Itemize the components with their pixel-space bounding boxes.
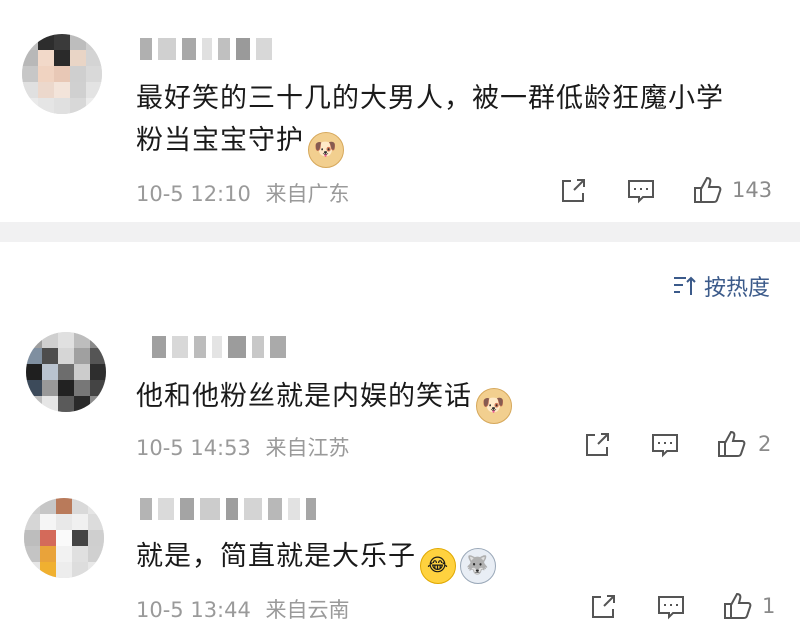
comment-date: 10-5 13:44 [136,598,251,622]
doge-emoji: 🐶 [476,388,512,424]
comment-text-line: 就是，简直就是大乐子 😂 🐺 [136,536,496,584]
username-blurred[interactable] [140,36,272,62]
like-count: 1 [762,594,776,618]
thumbs-up-icon[interactable] [722,591,752,621]
comment-text-line: 他和他粉丝就是内娱的笑话 🐶 [136,376,512,424]
comment-item: 就是，简直就是大乐子 😂 🐺 10-5 13:44 来自云南 1 [0,484,800,639]
sort-icon [673,276,696,295]
avatar[interactable] [24,498,104,578]
username-blurred[interactable] [152,334,286,360]
username-blurred[interactable] [140,496,316,522]
comment-date: 10-5 12:10 [136,182,251,206]
comment-date: 10-5 14:53 [136,436,251,460]
thumbs-up-icon[interactable] [692,175,722,205]
comment-meta: 10-5 14:53 来自江苏 [136,432,350,462]
husky-emoji: 🐺 [460,548,496,584]
comment-item: 最好笑的三十几的大男人，被一群低龄狂魔小学 粉当宝宝守护 🐶 10-5 12:10… [0,0,800,222]
comment-meta: 10-5 12:10 来自广东 [136,178,350,208]
comment-text-line: 粉当宝宝守护 🐶 [136,120,724,168]
comment-text: 他和他粉丝就是内娱的笑话 🐶 [136,376,512,424]
comment-location: 来自云南 [265,598,350,622]
comment-item: 他和他粉丝就是内娱的笑话 🐶 10-5 14:53 来自江苏 2 [0,320,800,470]
comment-meta: 10-5 13:44 来自云南 [136,594,350,624]
comment-location: 来自江苏 [265,436,350,460]
avatar[interactable] [26,332,106,412]
comment-location: 来自广东 [265,182,350,206]
doge-emoji: 🐶 [308,132,344,168]
thumbs-up-icon[interactable] [716,429,746,459]
comment-text-line: 最好笑的三十几的大男人，被一群低龄狂魔小学 [136,83,724,114]
share-icon[interactable] [588,592,618,622]
comment-text: 最好笑的三十几的大男人，被一群低龄狂魔小学 粉当宝宝守护 🐶 [136,78,724,168]
comment-icon[interactable] [650,430,680,460]
laugh-cry-emoji: 😂 [420,548,456,584]
like-count: 143 [732,178,773,202]
sort-label: 按热度 [703,276,770,301]
like-count: 2 [758,432,772,456]
avatar[interactable] [22,34,102,114]
share-icon[interactable] [558,176,588,206]
sort-button[interactable]: 按热度 [672,270,770,302]
share-icon[interactable] [582,430,612,460]
section-divider [0,222,800,242]
comment-text: 就是，简直就是大乐子 😂 🐺 [136,536,496,584]
comment-icon[interactable] [656,592,686,622]
comment-icon[interactable] [626,176,656,206]
